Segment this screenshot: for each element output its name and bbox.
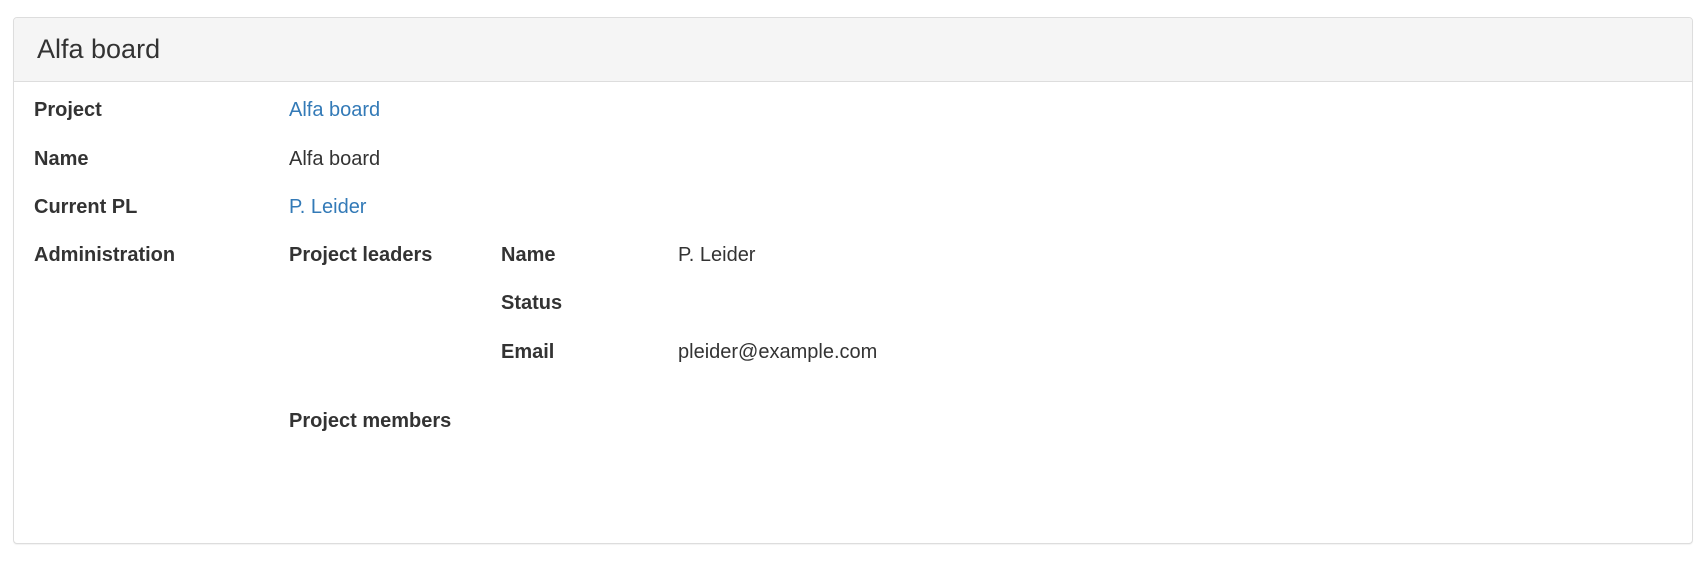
administration-label: Administration <box>34 244 176 266</box>
panel-heading: Alfa board <box>14 18 1692 82</box>
project-members-label: Project members <box>289 410 452 432</box>
leader-email-label: Email <box>501 341 555 363</box>
name-label: Name <box>34 148 89 170</box>
leader-name-label: Name <box>501 244 556 266</box>
project-label: Project <box>34 99 102 121</box>
leader-status-label: Status <box>501 292 563 314</box>
current-pl-label: Current PL <box>34 196 138 218</box>
name-value: Alfa board <box>289 148 381 170</box>
leader-name-value: P. Leider <box>678 244 756 266</box>
panel-title: Alfa board <box>37 34 161 64</box>
project-link[interactable]: Alfa board <box>289 98 380 122</box>
current-pl-link[interactable]: P. Leider <box>289 195 366 219</box>
detail-panel: Alfa board Project Alfa board Name Alfa … <box>13 17 1693 544</box>
leader-email-value: pleider@example.com <box>678 341 878 363</box>
project-leaders-label: Project leaders <box>289 244 433 266</box>
